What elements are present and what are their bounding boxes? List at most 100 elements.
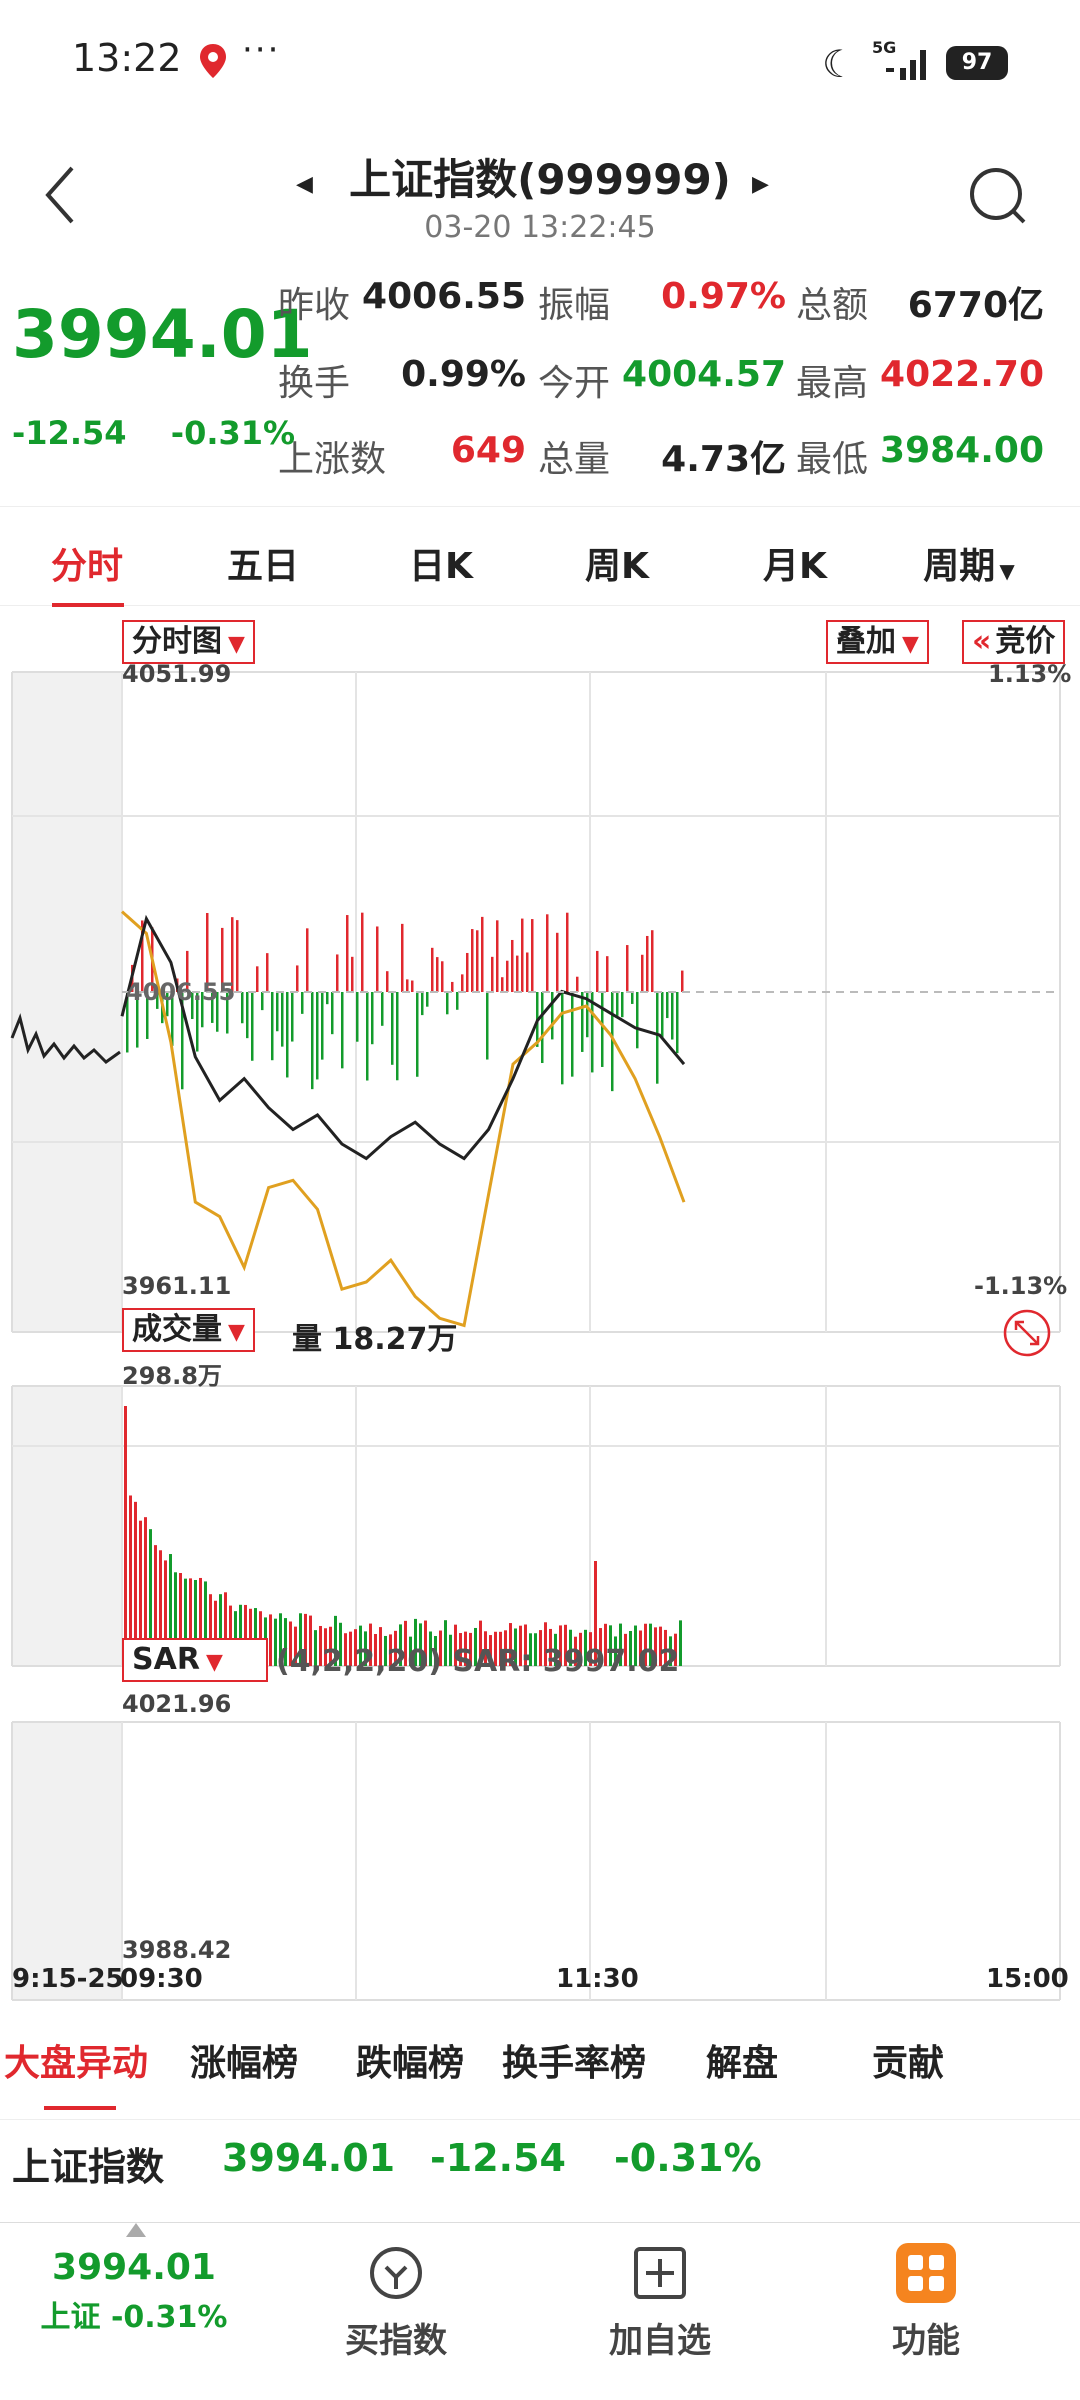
breadth-bar [491,956,494,992]
stat-value: 4004.57 [622,354,786,395]
chevron-down-icon: ▼ [228,632,245,657]
status-bar: 13:22 ··· ☾ 5G 97 [0,0,1080,120]
tab-five-day[interactable]: 五日 [188,537,338,589]
next-stock-icon[interactable]: ▶ [752,172,769,197]
buy-index-icon [370,2247,422,2299]
breadth-bar [271,992,274,1061]
buy-index-button[interactable]: 买指数 [296,2243,496,2362]
breadth-bar [601,992,604,1067]
breadth-bar [296,965,299,992]
stat-label: 昨收 [278,285,351,326]
indicator-dropdown[interactable]: SAR ▼ [122,1638,268,1682]
price-change: -12.54 -0.31% [12,414,295,452]
breadth-bar [501,977,504,992]
tab-analysis[interactable]: 解盘 [706,2034,778,2086]
functions-button[interactable]: 功能 [826,2243,1026,2362]
tab-monthly-k[interactable]: 月K [720,537,870,589]
breadth-bar [396,992,399,1081]
location-icon [200,44,226,78]
sar-low-label: 3988.42 [122,1936,232,1964]
search-icon[interactable] [968,160,1028,230]
collapse-icon: « [972,624,992,659]
breadth-bar [476,930,479,992]
index-summary-row[interactable]: 上证指数 3994.01 -12.54 -0.31% [0,2120,1080,2200]
indicator-params: (4,2,2,20) SAR: 3997.02 [276,1644,680,1679]
tab-top-gainers[interactable]: 涨幅榜 [190,2034,298,2086]
grid-icon [896,2243,956,2303]
tab-contribution[interactable]: 贡献 [872,2034,944,2086]
breadth-bar [541,992,544,1064]
volume-max-label: 298.8万 [122,1362,222,1390]
tab-intraday[interactable]: 分时 [12,537,162,589]
index-quote-button[interactable]: 3994.01 上证 -0.31% [34,2247,234,2336]
tab-top-losers[interactable]: 跌幅榜 [356,2034,464,2086]
tab-weekly-k[interactable]: 周K [542,537,692,589]
index-change: -12.54 [430,2136,566,2180]
nav-index-price: 3994.01 [52,2247,216,2288]
breadth-bar [436,957,439,992]
overlay-dropdown[interactable]: 叠加 ▼ [826,620,929,664]
breadth-bar [306,928,309,992]
battery-indicator: 97 [946,46,1008,80]
breadth-bar [456,992,459,1010]
time-label-close: 15:00 [986,1964,1069,1994]
stat-value: 4022.70 [880,354,1044,395]
breadth-bar [681,970,684,992]
breadth-bar [571,992,574,1077]
pct-high-label: 1.13% [988,660,1072,688]
breadth-bar [526,952,529,992]
breadth-bar [626,945,629,992]
tab-market-moves[interactable]: 大盘异动 [4,2034,148,2086]
breadth-bar [421,992,424,1016]
add-watchlist-button[interactable]: 加自选 [560,2243,760,2362]
signal-icon [886,50,926,80]
stat-label: 总额 [796,285,869,326]
breadth-bar [561,992,564,1085]
stat-label: 总量 [538,439,611,480]
breadth-bar [411,980,414,992]
current-price: 3994.01 [12,296,313,373]
breadth-bar [606,956,609,992]
status-time: 13:22 [72,36,182,80]
indicator-label: SAR [132,1642,200,1677]
volume-dropdown[interactable]: 成交量 ▼ [122,1308,255,1352]
expand-up-icon [126,2223,146,2237]
breadth-bar [546,914,549,992]
sar-high-label: 4021.96 [122,1690,232,1718]
breadth-bar [431,947,434,992]
breadth-bar [376,926,379,992]
stat-value: 3984.00 [880,430,1044,471]
stat-label: 振幅 [538,285,611,326]
breadth-bar [486,992,489,1060]
breadth-bar [261,992,264,1011]
chart-mode-dropdown[interactable]: 分时图 ▼ [122,620,255,664]
auction-button[interactable]: «竞价 [962,620,1066,664]
market-data-tabs: 大盘异动 涨幅榜 跌幅榜 换手率榜 解盘 贡献 [0,2010,1080,2120]
tab-daily-k[interactable]: 日K [366,537,516,589]
fullscreen-icon[interactable] [1002,1308,1052,1358]
breadth-bar [621,992,624,1018]
page-title: 上证指数(999999) [349,155,731,204]
breadth-bar [426,992,429,1007]
stat-value: 0.97% [661,276,786,317]
breadth-bar [521,918,524,992]
index-price: 3994.01 [222,2136,396,2180]
breadth-bar [646,935,649,992]
tab-period[interactable]: 周期 ▼ [894,537,1044,589]
breadth-bar [326,992,329,1005]
breadth-bar [631,992,634,1004]
volume-dropdown-label: 成交量 [132,1312,222,1347]
breadth-bar [371,992,374,1045]
breadth-bar [556,932,559,992]
breadth-bar [466,952,469,992]
chevron-down-icon: ▼ [999,559,1015,583]
breadth-bar [256,966,259,992]
breadth-bar [286,992,289,1078]
breadth-bar [461,974,464,992]
breadth-bar [236,920,239,992]
tab-turnover-rank[interactable]: 换手率榜 [502,2034,646,2086]
breadth-bar [266,953,269,992]
breadth-bar [361,912,364,992]
volume-bar [679,1620,682,1666]
change-pct: -0.31% [170,414,296,452]
